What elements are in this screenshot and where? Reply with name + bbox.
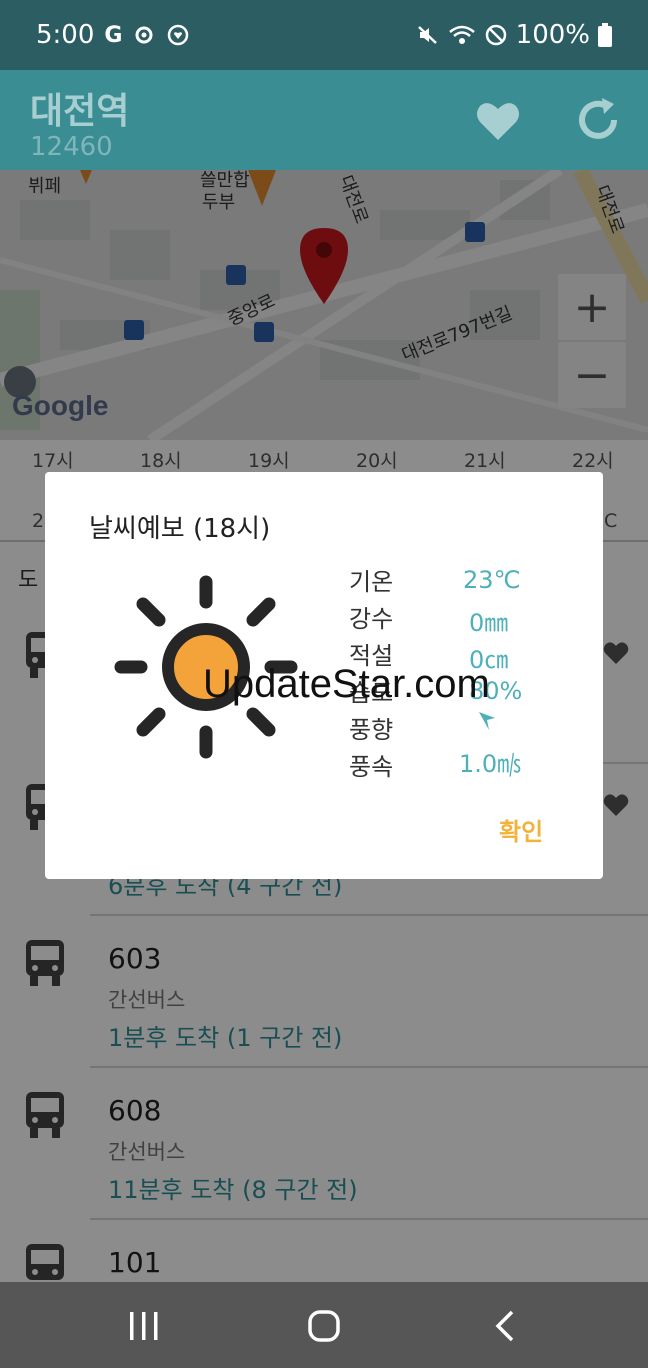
confirm-button[interactable]: 확인 <box>499 812 543 847</box>
wifi-icon <box>448 25 475 44</box>
settings-gear-icon <box>135 26 153 44</box>
battery-percent: 100% <box>515 20 590 50</box>
shield-heart-icon <box>168 24 189 46</box>
precip-value: 0㎜ <box>469 609 509 637</box>
wind-direction-arrow-icon <box>479 712 495 730</box>
google-icon: G <box>104 22 123 48</box>
battery-icon <box>598 23 612 47</box>
station-name: 대전역 <box>30 91 130 132</box>
system-nav-bar <box>0 1282 648 1368</box>
favorite-heart-icon[interactable] <box>472 94 524 146</box>
temp-label: 기온 <box>349 568 394 596</box>
status-time: 5:00 <box>36 20 95 50</box>
refresh-icon[interactable] <box>572 94 624 146</box>
precip-label: 강수 <box>349 605 394 633</box>
do-not-disturb-icon <box>485 24 506 46</box>
mute-icon <box>417 26 437 44</box>
wind-direction-label: 풍향 <box>349 716 394 744</box>
app-bar: 대전역 12460 <box>0 70 648 170</box>
recent-apps-icon[interactable] <box>122 1304 166 1348</box>
watermark-text: UpdateStar.com <box>203 662 490 706</box>
station-id: 12460 <box>30 132 113 162</box>
home-icon[interactable] <box>302 1304 346 1348</box>
status-bar: 5:00 G 100% <box>0 0 648 70</box>
temp-value: 23℃ <box>463 566 521 594</box>
wind-speed-label: 풍속 <box>349 753 394 781</box>
wind-speed-value: 1.0㎧ <box>459 750 522 778</box>
weather-forecast-dialog: 날씨예보 (18시) 기온 23℃ 강수 0㎜ 적설 0㎝ 습도 80% 풍향 … <box>45 472 603 879</box>
dialog-title: 날씨예보 (18시) <box>89 514 271 544</box>
back-icon[interactable] <box>484 1304 528 1348</box>
